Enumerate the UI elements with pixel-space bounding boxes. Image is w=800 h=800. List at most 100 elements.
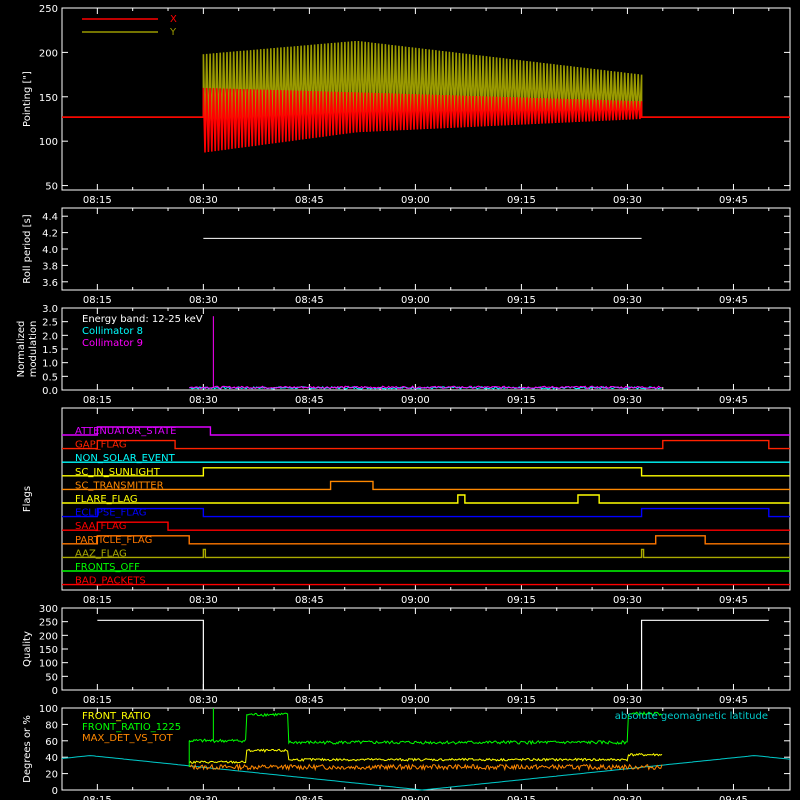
x-tick-label: 09:45 bbox=[719, 395, 748, 406]
y-tick-label: 150 bbox=[39, 93, 58, 104]
chart-figure: 08:15 08:30 08:45 09:00 09:15 09:30 09:45 50 100… bbox=[0, 0, 800, 800]
x-tick-label: 08:15 bbox=[83, 395, 112, 406]
y-tick-label: 50 bbox=[45, 182, 58, 193]
x-tick-label: 08:15 bbox=[83, 695, 112, 706]
x-tick-label: 09:00 bbox=[401, 795, 430, 800]
flag-label: SAA_FLAG bbox=[75, 521, 126, 532]
x-tick-label: 08:45 bbox=[295, 795, 324, 800]
y-tick-label: 4.0 bbox=[42, 245, 58, 256]
y-tick-label: 3.0 bbox=[42, 304, 58, 315]
x-tick-label: 08:30 bbox=[189, 795, 218, 800]
flag-label: BAD_PACKETS bbox=[75, 576, 146, 587]
x-tick-label: 08:45 bbox=[295, 595, 324, 606]
legend-label-max-det-vs-tot: MAX_DET_VS_TOT bbox=[82, 733, 174, 744]
y-tick-label: 4.2 bbox=[42, 229, 58, 240]
x-tick-label: 09:15 bbox=[507, 695, 536, 706]
legend-label-front-ratio-1225: FRONT_RATIO_1225 bbox=[82, 722, 181, 733]
y-tick-label: 0.5 bbox=[42, 372, 58, 383]
y-tick-label: 3.6 bbox=[42, 278, 58, 289]
x-tick-label: 09:15 bbox=[507, 395, 536, 406]
y-tick-label: 0.0 bbox=[42, 386, 58, 397]
flag-label: SC_TRANSMITTER bbox=[75, 480, 164, 491]
x-tick-label: 09:15 bbox=[507, 295, 536, 306]
x-tick-label: 08:15 bbox=[83, 295, 112, 306]
x-tick-label: 09:45 bbox=[719, 295, 748, 306]
x-tick-label: 08:30 bbox=[189, 295, 218, 306]
x-tick-label: 09:00 bbox=[401, 695, 430, 706]
y-tick-label: 1.0 bbox=[42, 359, 58, 370]
flag-label: NON_SOLAR_EVENT bbox=[75, 453, 176, 464]
x-tick-label: 08:45 bbox=[295, 295, 324, 306]
y-axis-label: Pointing ["] bbox=[22, 71, 33, 127]
y-tick-label: 20 bbox=[45, 770, 58, 781]
flag-label: PARTICLE_FLAG bbox=[75, 535, 152, 546]
x-tick-label: 09:00 bbox=[401, 295, 430, 306]
flag-label: GAP_FLAG bbox=[75, 440, 127, 451]
y-axis-label: Flags bbox=[22, 486, 33, 512]
y-tick-label: 60 bbox=[45, 737, 58, 748]
x-tick-label: 09:30 bbox=[613, 395, 642, 406]
y-axis-label: Quality bbox=[22, 631, 33, 667]
flag-label: ECLIPSE_FLAG bbox=[75, 508, 146, 519]
x-tick-label: 09:15 bbox=[507, 595, 536, 606]
y-tick-label: 200 bbox=[39, 48, 58, 59]
flag-label: AAZ_FLAG bbox=[75, 548, 127, 559]
y-tick-label: 40 bbox=[45, 753, 58, 764]
y-tick-label: 2.5 bbox=[42, 318, 58, 329]
x-tick-label: 09:45 bbox=[719, 795, 748, 800]
x-tick-label: 09:30 bbox=[613, 595, 642, 606]
y-tick-label: 1.5 bbox=[42, 345, 58, 356]
x-tick-label: 08:15 bbox=[83, 795, 112, 800]
x-tick-label: 08:15 bbox=[83, 195, 112, 206]
legend-label-x: X bbox=[170, 14, 177, 25]
x-tick-label: 09:00 bbox=[401, 395, 430, 406]
x-tick-label: 08:30 bbox=[189, 195, 218, 206]
x-tick-label: 09:00 bbox=[401, 595, 430, 606]
y-tick-label: 4.4 bbox=[42, 212, 58, 223]
x-tick-label: 08:30 bbox=[189, 695, 218, 706]
y-axis-label: Roll period [s] bbox=[22, 214, 33, 283]
legend-label-collimator-9: Collimator 9 bbox=[82, 338, 143, 349]
x-tick-label: 08:45 bbox=[295, 395, 324, 406]
y-tick-label: 100 bbox=[39, 659, 58, 670]
y-tick-label: 2.0 bbox=[42, 331, 58, 342]
flag-label: SC_IN_SUNLIGHT bbox=[75, 467, 161, 478]
y-axis-label: Degrees or % bbox=[22, 715, 33, 783]
legend-label-collimator-8: Collimator 8 bbox=[82, 326, 143, 337]
flag-label: FLARE_FLAG bbox=[75, 494, 138, 505]
y-tick-label: 300 bbox=[39, 604, 58, 615]
legend-label-y: Y bbox=[169, 27, 177, 38]
x-tick-label: 08:45 bbox=[295, 695, 324, 706]
flag-label: FRONTS_OFF bbox=[75, 562, 140, 573]
x-tick-label: 08:15 bbox=[83, 595, 112, 606]
legend-label-front-ratio: FRONT_RATIO bbox=[82, 711, 151, 722]
x-tick-label: 09:30 bbox=[613, 295, 642, 306]
x-tick-label: 09:30 bbox=[613, 795, 642, 800]
y-tick-label: 0 bbox=[52, 686, 58, 697]
x-tick-label: 09:30 bbox=[613, 695, 642, 706]
x-tick-label: 09:15 bbox=[507, 795, 536, 800]
y-tick-label: 250 bbox=[39, 4, 58, 15]
y-tick-label: 3.8 bbox=[42, 261, 58, 272]
x-tick-label: 08:30 bbox=[189, 395, 218, 406]
y-tick-label: 250 bbox=[39, 618, 58, 629]
y-tick-label: 50 bbox=[45, 672, 58, 683]
y-tick-label: 200 bbox=[39, 631, 58, 642]
x-tick-label: 08:30 bbox=[189, 595, 218, 606]
x-tick-label: 09:15 bbox=[507, 195, 536, 206]
energy-band-annotation: Energy band: 12-25 keV bbox=[82, 314, 203, 325]
legend-label-geomagnetic-latitude: absolute geomagnetic latitude bbox=[615, 711, 768, 722]
y-tick-label: 150 bbox=[39, 645, 58, 656]
flag-label: ATTENUATOR_STATE bbox=[75, 426, 176, 437]
y-axis-label: Normalizedmodulation bbox=[16, 321, 39, 378]
x-tick-label: 08:45 bbox=[295, 195, 324, 206]
x-tick-label: 09:30 bbox=[613, 195, 642, 206]
x-tick-label: 09:45 bbox=[719, 195, 748, 206]
x-tick-label: 09:45 bbox=[719, 695, 748, 706]
x-tick-label: 09:45 bbox=[719, 595, 748, 606]
y-tick-label: 100 bbox=[39, 704, 58, 715]
x-tick-label: 09:00 bbox=[401, 195, 430, 206]
y-tick-label: 0 bbox=[52, 786, 58, 797]
y-tick-label: 100 bbox=[39, 137, 58, 148]
y-tick-label: 80 bbox=[45, 720, 58, 731]
